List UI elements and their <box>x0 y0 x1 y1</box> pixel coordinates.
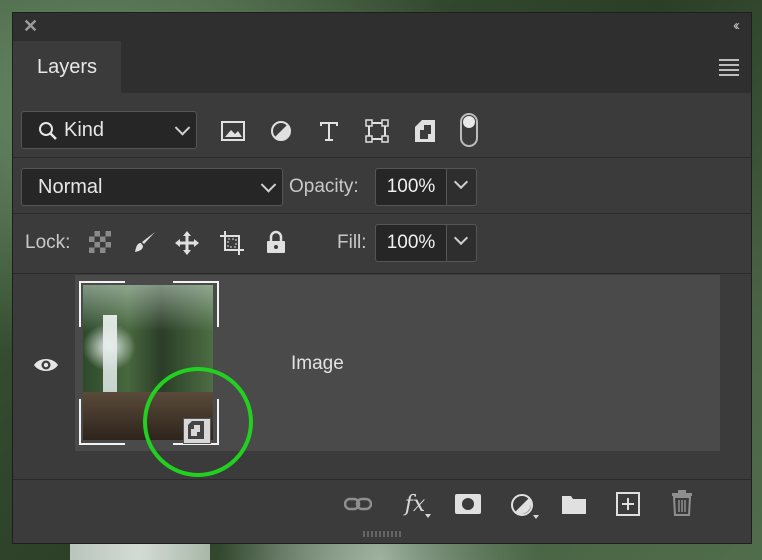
chevron-down-icon <box>174 120 191 136</box>
lock-artboard-icon[interactable] <box>218 229 246 257</box>
panel-titlebar: ✕ ‹‹ <box>13 13 751 41</box>
layer-name[interactable]: Image <box>291 353 344 375</box>
opacity-field[interactable]: 100% <box>375 168 447 206</box>
delete-layer-icon[interactable] <box>667 488 697 518</box>
smart-object-filter-icon[interactable] <box>411 117 439 145</box>
annotation-highlight-circle <box>143 367 253 477</box>
opacity-dropdown-button[interactable] <box>447 168 477 206</box>
collapse-panel-icon[interactable]: ‹‹ <box>733 17 740 34</box>
fill-field[interactable]: 100% <box>375 224 447 262</box>
tab-layers[interactable]: Layers <box>13 41 121 93</box>
chevron-down-icon <box>260 177 277 193</box>
lock-transparent-pixels-icon[interactable] <box>87 229 113 255</box>
image-filter-icon[interactable] <box>219 117 247 145</box>
lock-all-icon[interactable] <box>263 229 289 255</box>
panel-menu-icon[interactable] <box>719 59 739 79</box>
panel-tabbar: Layers <box>13 41 751 93</box>
panel-footer: fx <box>13 479 751 528</box>
layers-panel: ✕ ‹‹ Layers Kind Normal Opacity: 100% Lo… <box>12 12 752 544</box>
close-icon[interactable]: ✕ <box>23 16 38 37</box>
blend-mode-value: Normal <box>38 176 103 198</box>
kind-filter-select[interactable]: Kind <box>21 111 197 149</box>
add-mask-icon[interactable] <box>453 490 483 518</box>
layers-list: Image <box>13 275 751 477</box>
chevron-down-icon <box>453 230 469 246</box>
adjustment-filter-icon[interactable] <box>267 117 295 145</box>
opacity-label: Opacity: <box>289 176 359 197</box>
fx-icon[interactable]: fx <box>397 488 433 520</box>
shape-filter-icon[interactable] <box>363 117 391 145</box>
new-group-icon[interactable] <box>559 490 589 518</box>
lock-image-pixels-icon[interactable] <box>132 229 158 255</box>
fill-dropdown-button[interactable] <box>447 224 477 262</box>
eye-icon[interactable] <box>33 357 59 378</box>
kind-filter-label: Kind <box>64 119 105 141</box>
lock-label: Lock: <box>25 232 71 253</box>
search-icon <box>39 122 57 140</box>
new-layer-icon[interactable] <box>613 490 643 518</box>
blend-mode-select[interactable]: Normal <box>21 168 283 206</box>
lock-position-icon[interactable] <box>173 229 201 257</box>
filter-toggle-switch[interactable] <box>460 113 478 147</box>
new-fill-adjustment-icon[interactable] <box>505 490 539 520</box>
fill-label: Fill: <box>337 232 367 253</box>
type-filter-icon[interactable] <box>315 117 343 145</box>
chevron-down-icon <box>453 174 469 190</box>
resize-grip[interactable] <box>363 531 403 537</box>
link-layers-icon[interactable] <box>343 490 373 518</box>
background-photo-strip <box>70 542 210 560</box>
